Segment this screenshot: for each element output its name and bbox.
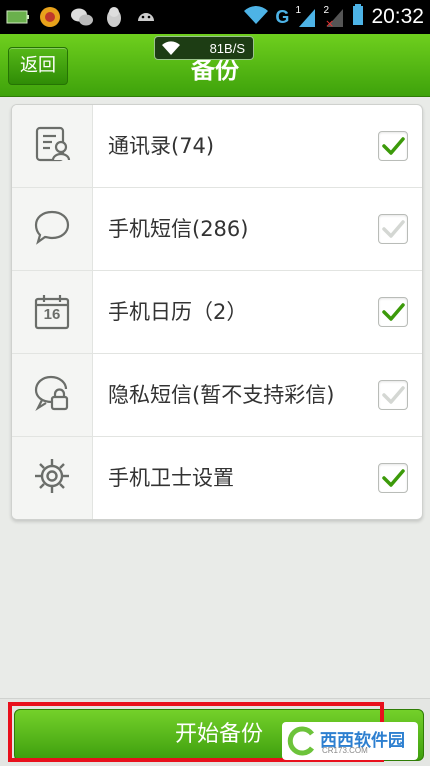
checkbox-checked[interactable]: [378, 297, 408, 327]
item-label: 手机日历（2）: [108, 300, 248, 324]
clock: 20:32: [371, 5, 424, 28]
battery-charging-icon: [6, 5, 30, 29]
wifi-speed-icon: [161, 40, 181, 64]
calendar-icon: 16: [32, 292, 72, 332]
checkbox-checked[interactable]: [378, 131, 408, 161]
list-item-private-sms[interactable]: 隐私短信(暂不支持彩信): [12, 354, 422, 437]
qq-penguin-icon: [102, 5, 126, 29]
game-app-icon: [38, 5, 62, 29]
title-bar: 返回 备份 81B/S: [0, 34, 430, 97]
android-icon: [134, 5, 158, 29]
calendar-day: 16: [43, 306, 61, 323]
item-label: 手机卫士设置: [108, 466, 234, 490]
signal-sim2-icon: 2 ×: [323, 5, 345, 30]
watermark-logo-icon: [286, 726, 316, 760]
signal-sim1-icon: 1: [295, 5, 317, 29]
network-type: G: [275, 6, 290, 27]
watermark-subtext: CR173.COM: [322, 746, 368, 755]
status-bar: G 1 2 × 20:32: [0, 0, 430, 34]
sms-icon: [32, 207, 72, 251]
contacts-icon: [32, 124, 72, 168]
backup-items-list: 通讯录(74) 手机短信(286) 16 手机日历（2） 隐私短信(暂不支持彩信…: [11, 104, 423, 520]
item-label: 手机短信(286): [108, 217, 249, 241]
settings-gear-icon: [32, 456, 72, 500]
site-watermark: 西西软件园 CR173.COM: [282, 722, 418, 760]
checkbox-checked[interactable]: [378, 463, 408, 493]
private-sms-icon: [32, 373, 72, 417]
notification-icons: [6, 5, 158, 29]
wechat-icon: [70, 5, 94, 29]
wifi-icon: [243, 5, 269, 29]
checkbox-unchecked[interactable]: [378, 214, 408, 244]
svg-text:×: ×: [325, 17, 334, 29]
battery-icon: [351, 3, 365, 31]
system-icons: G 1 2 × 20:32: [243, 3, 424, 31]
speed-text: 81B/S: [209, 41, 245, 56]
list-item-contacts[interactable]: 通讯录(74): [12, 105, 422, 188]
item-label: 通讯录(74): [108, 134, 215, 158]
list-item-sms[interactable]: 手机短信(286): [12, 188, 422, 271]
checkbox-unchecked[interactable]: [378, 380, 408, 410]
item-label: 隐私短信(暂不支持彩信): [108, 383, 335, 407]
network-speed-indicator: 81B/S: [154, 36, 254, 60]
list-item-guard-settings[interactable]: 手机卫士设置: [12, 437, 422, 519]
list-item-calendar[interactable]: 16 手机日历（2）: [12, 271, 422, 354]
